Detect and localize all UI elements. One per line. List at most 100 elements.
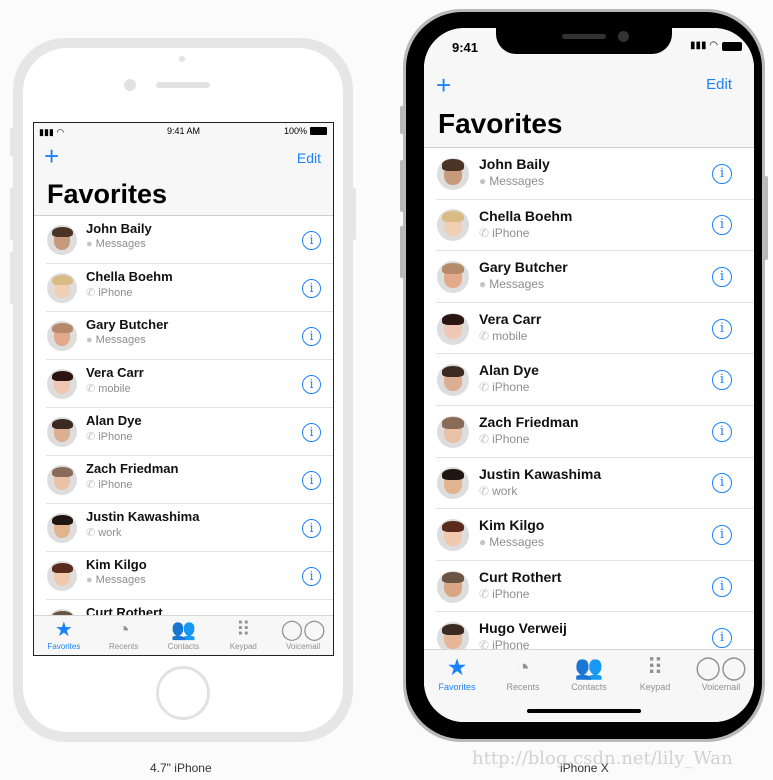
info-button[interactable]: i — [302, 374, 321, 394]
avatar — [437, 518, 469, 551]
add-favorite-button[interactable]: + — [436, 70, 451, 101]
list-item[interactable]: John Baily ● Messages i — [436, 148, 754, 200]
contact-type-label: Messages — [95, 334, 146, 346]
tab-label: Contacts — [167, 642, 200, 651]
info-button[interactable]: i — [712, 370, 732, 391]
home-button[interactable] — [156, 666, 210, 720]
list-item[interactable]: Vera Carr ✆ mobile i — [436, 303, 754, 355]
star-icon: ★ — [446, 654, 468, 680]
contact-type-label: Messages — [489, 535, 544, 550]
phone-icon: ✆ — [479, 483, 490, 498]
contact-name: Kim Kilgo — [86, 557, 147, 572]
notch — [496, 28, 672, 54]
phone-icon: ✆ — [86, 479, 96, 491]
contact-name: Alan Dye — [86, 413, 142, 428]
earpiece-speaker — [156, 82, 210, 88]
list-item[interactable]: Chella Boehm ✆ iPhone i — [436, 200, 754, 252]
info-button[interactable]: i — [712, 215, 732, 236]
clock-icon: ◔ — [516, 654, 530, 680]
favorites-list: John Baily ● Messages i Chella Boehm ✆ iPhone i… — [34, 216, 333, 648]
phone-icon: ✆ — [86, 527, 96, 539]
avatar-hair — [441, 572, 465, 584]
tab-favorites[interactable]: ★ Favorites — [34, 616, 94, 655]
avatar-hair — [441, 159, 465, 171]
message-icon: ● — [86, 334, 93, 346]
contact-type-label: iPhone — [492, 225, 530, 240]
contact-type-label: Messages — [95, 238, 146, 250]
list-item[interactable]: Kim Kilgo ● Messages i — [436, 509, 754, 561]
contact-type: ✆ mobile — [86, 382, 131, 395]
avatar — [47, 369, 77, 399]
contact-name: Justin Kawashima — [86, 509, 200, 524]
list-item[interactable]: Justin Kawashima ✆ work i — [46, 504, 333, 552]
watermark: http://blog.csdn.net/lily_Wan — [472, 748, 733, 769]
tab-contacts[interactable]: 👥 Contacts — [154, 616, 214, 655]
contact-type: ● Messages — [86, 334, 146, 346]
tab-recents[interactable]: ◔ Recents — [94, 616, 154, 655]
battery-icon — [310, 127, 327, 135]
star-icon: ★ — [54, 619, 73, 641]
tab-favorites[interactable]: ★ Favorites — [424, 650, 490, 722]
info-button[interactable]: i — [302, 422, 321, 442]
signal-wifi-icon: ▮▮▮ ◠ — [689, 40, 718, 51]
avatar — [47, 513, 77, 543]
info-button[interactable]: i — [712, 266, 732, 287]
avatar-hair — [441, 262, 465, 274]
phone-icon: ✆ — [479, 328, 490, 343]
info-button[interactable]: i — [302, 566, 321, 586]
contact-type-label: Messages — [95, 574, 146, 586]
contact-name: Curt Rothert — [479, 568, 562, 585]
info-button[interactable]: i — [302, 470, 321, 490]
list-item[interactable]: John Baily ● Messages i — [46, 216, 333, 264]
list-item[interactable]: Vera Carr ✆ mobile i — [46, 360, 333, 408]
volume-down-button — [10, 252, 14, 304]
list-item[interactable]: Kim Kilgo ● Messages i — [46, 552, 333, 600]
tab-voicemail[interactable]: ◯◯ Voicemail — [688, 650, 754, 722]
list-item[interactable]: Zach Friedman ✆ iPhone i — [46, 456, 333, 504]
right-phone-screen: 9:41 ▮▮▮ ◠ + Edit Favorites John Baily ● M… — [424, 28, 754, 722]
info-button[interactable]: i — [302, 230, 321, 250]
list-item[interactable]: Chella Boehm ✆ iPhone i — [46, 264, 333, 312]
list-item[interactable]: Gary Butcher ● Messages i — [436, 251, 754, 303]
contact-type-label: work — [98, 527, 122, 539]
edit-button[interactable]: Edit — [297, 150, 321, 166]
info-button[interactable]: i — [302, 518, 321, 538]
info-button[interactable]: i — [712, 318, 732, 339]
avatar — [437, 260, 469, 293]
contact-type-label: iPhone — [492, 586, 530, 601]
list-item[interactable]: Zach Friedman ✆ iPhone i — [436, 406, 754, 458]
info-button[interactable]: i — [712, 473, 732, 494]
list-item[interactable]: Curt Rothert✆iPhonei — [436, 561, 754, 613]
info-button[interactable]: i — [712, 576, 732, 597]
tab-label: Keypad — [229, 642, 257, 651]
info-button[interactable]: i — [712, 524, 732, 545]
contact-type: ✆iPhone — [86, 430, 132, 443]
edit-button[interactable]: Edit — [706, 76, 732, 93]
home-indicator[interactable] — [527, 709, 641, 713]
list-item[interactable]: Gary Butcher ● Messages i — [46, 312, 333, 360]
tab-label: Favorites — [438, 682, 476, 692]
tab-label: Contacts — [571, 682, 607, 692]
contact-type-label: iPhone — [98, 431, 133, 443]
voicemail-icon: ◯◯ — [280, 619, 326, 641]
tab-label: Keypad — [639, 682, 671, 692]
contact-type: ✆iPhone — [479, 432, 529, 446]
info-button[interactable]: i — [712, 628, 732, 649]
add-favorite-button[interactable]: + — [44, 141, 59, 172]
info-button[interactable]: i — [712, 421, 732, 442]
info-button[interactable]: i — [712, 163, 732, 184]
tab-voicemail[interactable]: ◯◯ Voicemail — [273, 616, 333, 655]
tab-keypad[interactable]: ⠿ Keypad — [213, 616, 273, 655]
contact-type-label: mobile — [492, 328, 528, 343]
contacts-icon: 👥 — [171, 619, 196, 641]
list-item[interactable]: Justin Kawashima ✆ work i — [436, 458, 754, 510]
contact-name: John Baily — [479, 156, 550, 172]
contact-type: ● Messages — [479, 174, 544, 188]
info-button[interactable]: i — [302, 326, 321, 346]
info-button[interactable]: i — [302, 278, 321, 298]
avatar — [47, 417, 77, 447]
avatar-hair — [51, 562, 73, 573]
list-item[interactable]: Alan Dye ✆ iPhone i — [436, 354, 754, 406]
avatar-hair — [441, 314, 465, 326]
list-item[interactable]: Alan Dye ✆ iPhone i — [46, 408, 333, 456]
